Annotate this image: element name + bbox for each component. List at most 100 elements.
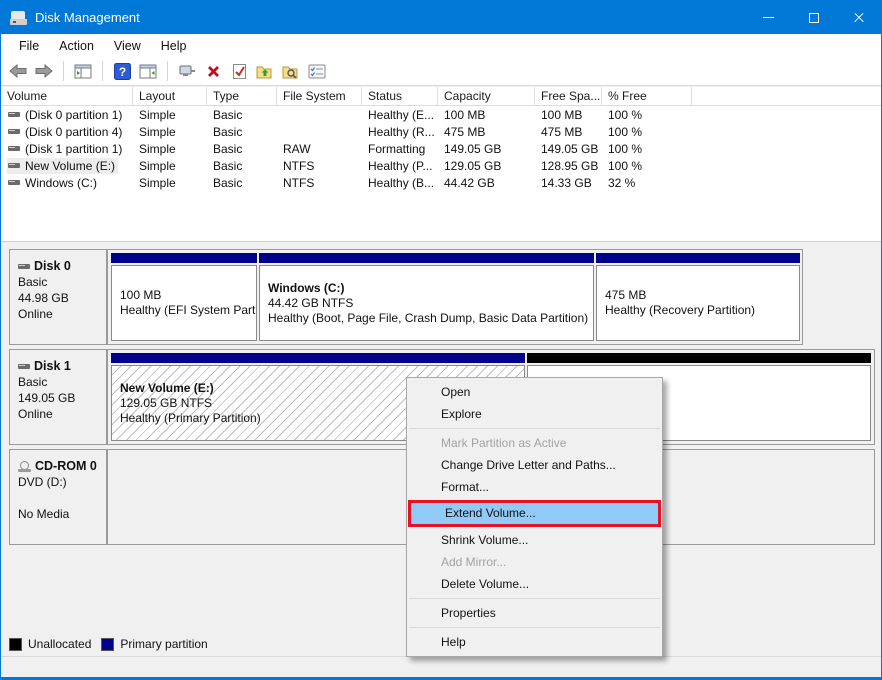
pct-free-cell: 100 % — [602, 108, 692, 122]
free-space-cell: 149.05 GB — [535, 142, 602, 156]
col-volume[interactable]: Volume — [1, 87, 133, 105]
help-icon[interactable]: ? — [112, 61, 132, 81]
menu-file[interactable]: File — [9, 36, 49, 56]
disk-type: Basic — [18, 374, 100, 390]
volume-icon — [8, 146, 20, 151]
menu-item-extend-volume[interactable]: Extend Volume... — [411, 503, 658, 524]
menu-item-explore[interactable]: Explore — [407, 403, 662, 425]
free-space-cell: 100 MB — [535, 108, 602, 122]
minimize-button[interactable] — [746, 1, 791, 34]
partition-status: Healthy (Boot, Page File, Crash Dump, Ba… — [268, 311, 585, 326]
window-title: Disk Management — [35, 10, 140, 25]
volume-name-cell: (Disk 0 partition 4) — [1, 124, 133, 140]
col-layout[interactable]: Layout — [133, 87, 207, 105]
partition-size: 475 MB — [605, 288, 791, 303]
delete-icon[interactable] — [203, 61, 223, 81]
menu-item-shrink-volume[interactable]: Shrink Volume... — [407, 529, 662, 551]
disk-size: 44.98 GB — [18, 290, 100, 306]
type-cell: Basic — [207, 159, 277, 173]
toolbar: ? — [1, 57, 881, 86]
svg-text:?: ? — [118, 65, 125, 79]
menu-view[interactable]: View — [104, 36, 151, 56]
legend: Unallocated Primary partition — [9, 635, 208, 653]
file-system-cell: NTFS — [277, 159, 362, 173]
table-row[interactable]: (Disk 1 partition 1) Simple Basic RAW Fo… — [1, 140, 881, 157]
show-action-pane-icon[interactable] — [138, 61, 158, 81]
menu-item-change-drive-letter[interactable]: Change Drive Letter and Paths... — [407, 454, 662, 476]
volume-name: (Disk 1 partition 1) — [25, 142, 122, 156]
partition-size: 100 MB — [120, 288, 248, 303]
menu-action[interactable]: Action — [49, 36, 104, 56]
table-row[interactable]: (Disk 0 partition 1) Simple Basic Health… — [1, 106, 881, 123]
partition-efi[interactable]: 100 MB Healthy (EFI System Parti — [111, 253, 257, 341]
menu-item-open[interactable]: Open — [407, 381, 662, 403]
volume-name-cell: New Volume (E:) — [1, 158, 133, 174]
primary-partition-bar — [111, 353, 525, 363]
toolbar-separator — [102, 61, 103, 81]
minimize-icon — [763, 17, 774, 18]
partition-windows-c[interactable]: Windows (C:) 44.42 GB NTFS Healthy (Boot… — [259, 253, 594, 341]
menu-item-format[interactable]: Format... — [407, 476, 662, 498]
pct-free-cell: 32 % — [602, 176, 692, 190]
menu-item-mark-partition-active: Mark Partition as Active — [407, 432, 662, 454]
legend-primary-partition: Primary partition — [101, 637, 207, 651]
partition-status: Healthy (Recovery Partition) — [605, 303, 791, 318]
volume-name: (Disk 0 partition 4) — [25, 125, 122, 139]
primary-partition-bar — [111, 253, 257, 263]
col-free-space[interactable]: Free Spa... — [535, 87, 602, 105]
title-bar: Disk Management — [1, 1, 881, 34]
unallocated-bar — [527, 353, 871, 363]
col-type[interactable]: Type — [207, 87, 277, 105]
cdrom-label[interactable]: CD-ROM 0 DVD (D:) No Media — [9, 449, 107, 545]
layout-cell: Simple — [133, 108, 207, 122]
toolbar-separator — [63, 61, 64, 81]
free-space-cell: 128.95 GB — [535, 159, 602, 173]
col-file-system[interactable]: File System — [277, 87, 362, 105]
table-row[interactable]: (Disk 0 partition 4) Simple Basic Health… — [1, 123, 881, 140]
disk-status: Online — [18, 406, 100, 422]
folder-up-icon[interactable] — [255, 61, 275, 81]
close-button[interactable] — [836, 1, 881, 34]
col-pct-free[interactable]: % Free — [602, 87, 692, 105]
show-console-tree-icon[interactable] — [73, 61, 93, 81]
disk0-label[interactable]: Disk 0 Basic 44.98 GB Online — [9, 249, 107, 345]
disk1-label[interactable]: Disk 1 Basic 149.05 GB Online — [9, 349, 107, 445]
primary-partition-bar — [259, 253, 594, 263]
folder-search-icon[interactable] — [281, 61, 301, 81]
close-icon — [853, 12, 865, 24]
monitor-icon[interactable] — [177, 61, 197, 81]
check-document-icon[interactable] — [229, 61, 249, 81]
disk-drive-icon — [10, 11, 27, 25]
back-icon[interactable] — [8, 61, 28, 81]
menu-item-delete-volume[interactable]: Delete Volume... — [407, 573, 662, 595]
col-capacity[interactable]: Capacity — [438, 87, 535, 105]
type-cell: Basic — [207, 125, 277, 139]
volume-name: New Volume (E:) — [25, 159, 115, 173]
partition-title: Windows (C:) — [268, 281, 585, 296]
maximize-button[interactable] — [791, 1, 836, 34]
col-status[interactable]: Status — [362, 87, 438, 105]
cd-icon — [18, 461, 31, 472]
menu-item-properties[interactable]: Properties — [407, 602, 662, 624]
status-cell: Healthy (E... — [362, 108, 438, 122]
capacity-cell: 100 MB — [438, 108, 535, 122]
checklist-icon[interactable] — [307, 61, 327, 81]
capacity-cell: 149.05 GB — [438, 142, 535, 156]
table-row-selected[interactable]: New Volume (E:) Simple Basic NTFS Health… — [1, 157, 881, 174]
red-highlight-box: Extend Volume... — [408, 500, 661, 527]
partition-recovery[interactable]: 475 MB Healthy (Recovery Partition) — [596, 253, 800, 341]
table-row[interactable]: Windows (C:) Simple Basic NTFS Healthy (… — [1, 174, 881, 191]
status-cell: Healthy (B... — [362, 176, 438, 190]
unallocated-swatch — [9, 638, 22, 651]
disk-icon — [18, 264, 30, 269]
menu-help[interactable]: Help — [151, 36, 197, 56]
maximize-icon — [809, 13, 819, 23]
forward-icon[interactable] — [34, 61, 54, 81]
file-system-cell: RAW — [277, 142, 362, 156]
cdrom-status: No Media — [18, 506, 100, 522]
partition-status: Healthy (EFI System Parti — [120, 303, 248, 318]
volume-icon — [8, 129, 20, 134]
menu-item-help[interactable]: Help — [407, 631, 662, 653]
capacity-cell: 129.05 GB — [438, 159, 535, 173]
cdrom-type: DVD (D:) — [18, 474, 100, 490]
